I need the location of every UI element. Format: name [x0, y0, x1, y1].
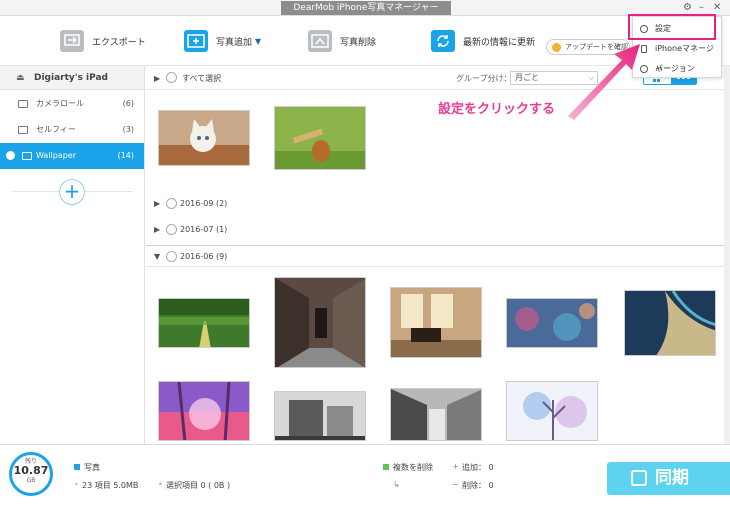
- eject-icon[interactable]: ⏏: [16, 66, 25, 90]
- sidebar-item-count: (6): [122, 99, 134, 108]
- storage-unit: GB: [26, 477, 36, 484]
- sidebar-item-label: カメラロール: [36, 99, 84, 108]
- sidebar-item-label: セルフィー: [36, 125, 76, 134]
- expand-arrow-icon[interactable]: ▶: [154, 199, 160, 208]
- storage-indicator: 残り 10.87 GB: [9, 452, 53, 496]
- settings-highlight-box: [628, 14, 716, 40]
- delete-photo-button[interactable]: 写真削除: [308, 16, 376, 66]
- refresh-label: 最新の情報に更新: [463, 37, 536, 48]
- summary-text: 23 項目 5.0MB: [82, 481, 139, 490]
- section-row-2016-06[interactable]: ▼ 2016-06 (9): [146, 245, 724, 267]
- app-title: DearMob iPhone写真マネージャー: [281, 1, 451, 15]
- section-checkbox[interactable]: [166, 224, 177, 235]
- section-checkbox[interactable]: [166, 251, 177, 262]
- sidebar-item-selfie[interactable]: セルフィー (3): [0, 117, 144, 143]
- add-photo-button[interactable]: 写真追加 ▼: [184, 16, 261, 66]
- sync-button[interactable]: 同期: [607, 462, 730, 495]
- annotation-arrow: [568, 44, 640, 120]
- title-bar: DearMob iPhone写真マネージャー ⚙ – ✕: [0, 0, 730, 16]
- group-by-value: 月ごと: [515, 73, 539, 82]
- content-scrollbar[interactable]: [724, 66, 730, 444]
- photo-thumbnail-street[interactable]: [274, 277, 366, 368]
- delete-photo-label: 写真削除: [340, 37, 377, 48]
- group-by-label: グループ分け：: [456, 74, 512, 83]
- storage-value: 10.87: [13, 464, 49, 477]
- add-photo-icon: [184, 30, 208, 52]
- refresh-icon: [431, 30, 455, 52]
- camera-icon: [18, 126, 28, 134]
- photo-thumbnail-squirrel[interactable]: [274, 106, 366, 170]
- select-all-checkbox[interactable]: [166, 72, 177, 83]
- annotation-text: 設定をクリックする: [438, 102, 556, 117]
- delete-legend-icon: [383, 464, 389, 470]
- photo-thumbnail-winter-tree[interactable]: [506, 381, 598, 441]
- sidebar-item-count: (3): [122, 125, 134, 134]
- return-arrow-icon: ↳: [393, 480, 400, 489]
- settings-gear-icon[interactable]: ⚙: [683, 2, 692, 14]
- minimize-icon[interactable]: –: [699, 2, 704, 14]
- photo-content: ▶ すべて選択 グループ分け： 月ごと ⌵ ▶ 2016-09 (2) ▶ 20…: [146, 66, 724, 444]
- sync-icon: [631, 470, 647, 486]
- dot-icon: •: [158, 480, 163, 489]
- select-all-label: すべて選択: [182, 74, 222, 83]
- footer: 残り 10.87 GB 写真 • 23 項目 5.0MB • 選択項目 0 ( …: [0, 444, 730, 510]
- plus-icon: +: [452, 462, 459, 471]
- photo-thumbnail-piano-room[interactable]: [390, 287, 482, 358]
- refresh-button[interactable]: 最新の情報に更新: [431, 16, 535, 66]
- section-row-2016-07[interactable]: ▶ 2016-07 (1): [146, 219, 724, 241]
- device-name: Digiarty's iPad: [34, 73, 108, 83]
- sidebar-item-wallpaper[interactable]: Wallpaper (14): [0, 143, 144, 169]
- sidebar-item-camera-roll[interactable]: カメラロール (6): [0, 91, 144, 117]
- image-icon: [22, 152, 32, 160]
- photo-thumbnail-tree-tunnel[interactable]: [158, 298, 250, 348]
- sync-label: 同期: [655, 468, 689, 488]
- sidebar: ⏏ Digiarty's iPad カメラロール (6) セルフィー (3) W…: [0, 66, 145, 444]
- section-row-2016-09[interactable]: ▶ 2016-09 (2): [146, 193, 724, 215]
- close-icon[interactable]: ✕: [713, 2, 721, 14]
- sidebar-item-label: Wallpaper: [36, 151, 77, 160]
- dot-icon: •: [74, 480, 79, 489]
- collapse-arrow-icon[interactable]: ▼: [154, 252, 160, 261]
- section-label: 2016-09 (2): [180, 199, 228, 208]
- delete-photo-icon: [308, 30, 332, 52]
- expand-arrow-icon[interactable]: ▶: [154, 74, 160, 83]
- user-icon: [6, 151, 15, 160]
- add-count: 追加： 0: [462, 463, 494, 472]
- photo-thumbnail-kitten[interactable]: [158, 110, 250, 166]
- device-header[interactable]: ⏏ Digiarty's iPad: [0, 66, 144, 90]
- add-photo-label: 写真追加: [216, 37, 253, 48]
- photo-thumbnail-bokeh-rain[interactable]: [506, 298, 598, 348]
- sidebar-item-count: (14): [117, 151, 134, 160]
- export-label: エクスポート: [92, 37, 146, 48]
- add-album-button[interactable]: +: [59, 179, 85, 205]
- photo-thumbnail-bw-street[interactable]: [390, 388, 482, 441]
- section-label: 2016-07 (1): [180, 225, 228, 234]
- section-checkbox[interactable]: [166, 198, 177, 209]
- delete-multiple-label[interactable]: 複数を削除: [393, 462, 433, 473]
- chevron-down-icon[interactable]: ▼: [255, 37, 261, 46]
- photo-thumbnail-pink-forest[interactable]: [158, 381, 250, 441]
- export-icon: [60, 30, 84, 52]
- camera-icon: [18, 100, 28, 108]
- section-label: 2016-06 (9): [180, 252, 228, 261]
- minus-icon: −: [452, 480, 459, 489]
- expand-arrow-icon[interactable]: ▶: [154, 225, 160, 234]
- selected-text: 選択項目 0 ( 0B ): [166, 481, 231, 490]
- category-label: 写真: [84, 463, 100, 472]
- photo-legend-icon: [74, 464, 80, 470]
- menu-item-label: バージョン: [655, 64, 695, 73]
- export-button[interactable]: エクスポート: [60, 16, 146, 66]
- remove-count: 削除： 0: [462, 481, 494, 490]
- photo-thumbnail-beach-aerial[interactable]: [624, 290, 716, 356]
- photo-thumbnail-bw-building[interactable]: [274, 391, 366, 441]
